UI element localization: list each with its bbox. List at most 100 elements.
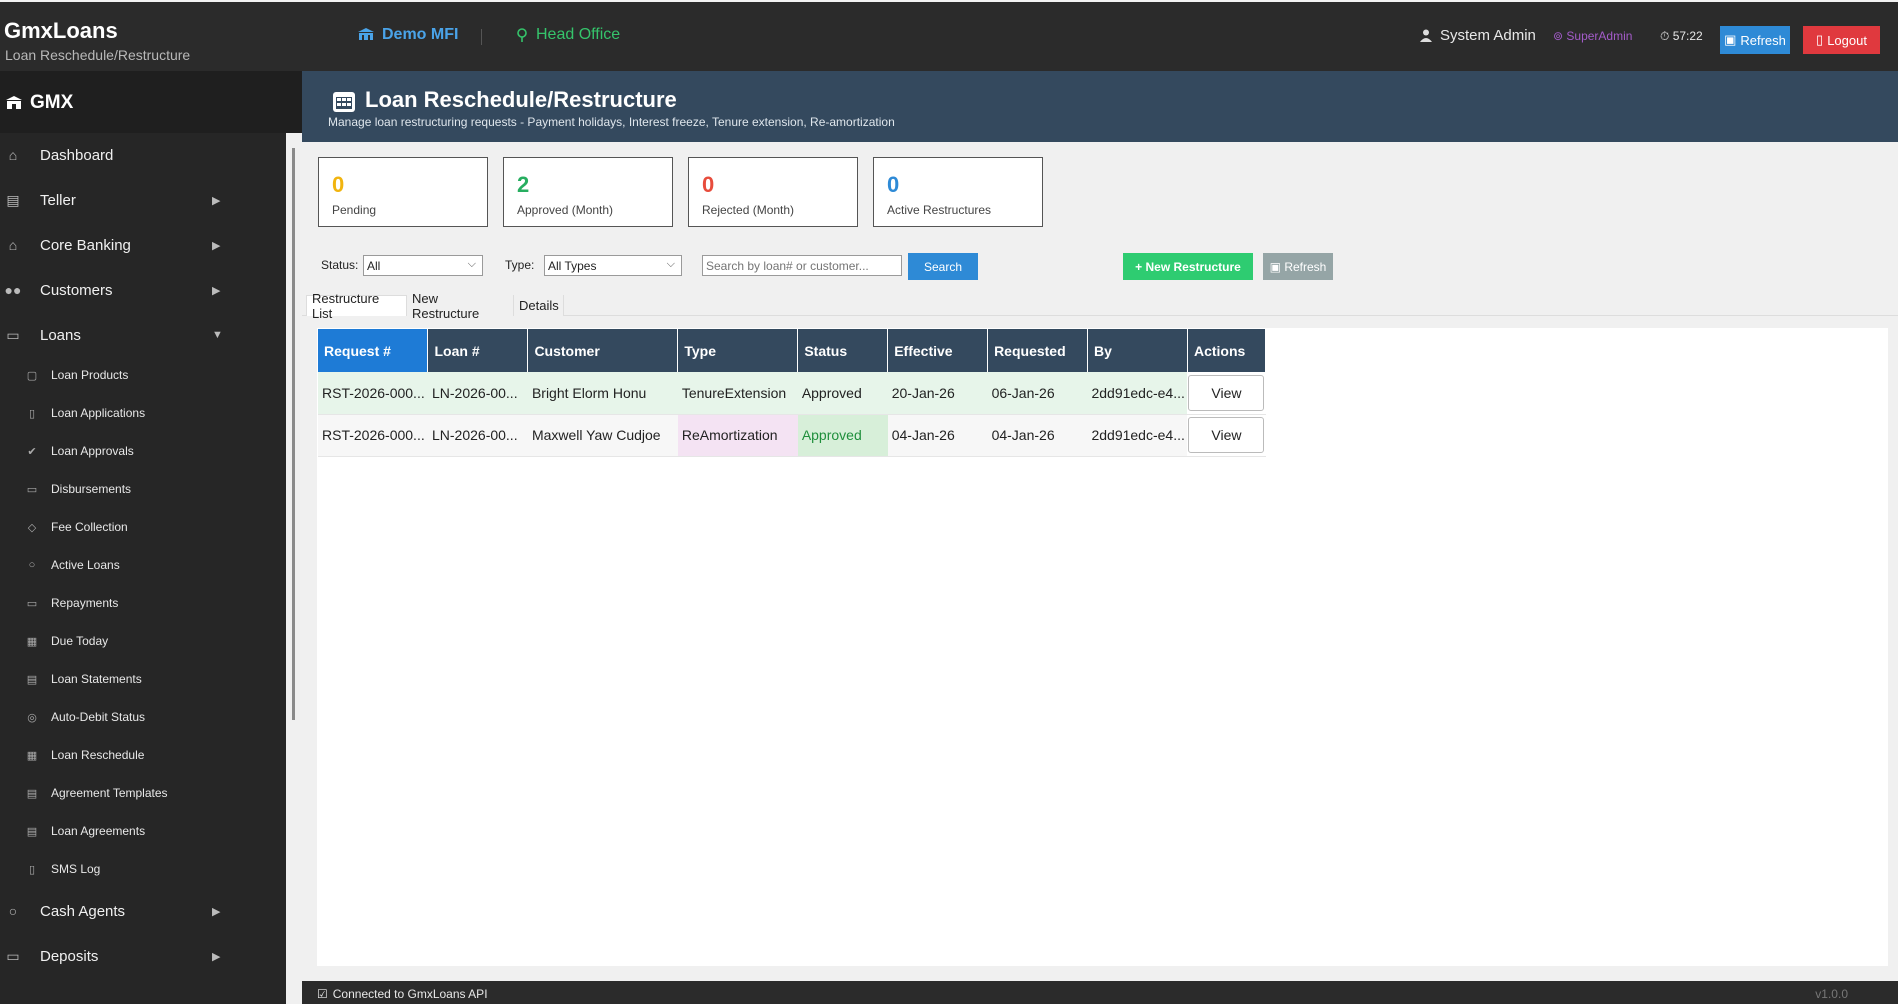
column-header-request[interactable]: Request # [318, 329, 429, 372]
people-icon: ●● [4, 282, 22, 298]
sidebar-subitem-agreement-templates[interactable]: ▤ Agreement Templates [0, 781, 286, 805]
session-timer: ⏱ 57:22 [1660, 29, 1703, 43]
check-icon: ✔ [27, 445, 37, 458]
sidebar-item-label: Customers [40, 281, 113, 299]
sidebar-subitem-label: Active Loans [51, 558, 120, 572]
cell-requested: 04-Jan-26 [987, 414, 1088, 457]
bank-icon [358, 28, 374, 40]
house-icon: ⌂ [8, 147, 18, 163]
refresh-button[interactable]: ▣ Refresh [1263, 253, 1333, 280]
moneybag-icon: ○ [8, 903, 18, 919]
table-row[interactable]: RST-2026-000... LN-2026-00... Bright Elo… [318, 372, 1266, 415]
status-filter-select[interactable]: All ⌵ [363, 255, 483, 276]
sidebar-item-core-banking[interactable]: ⌂ Core Banking ▶ [0, 230, 286, 260]
type-filter-value: All Types [548, 258, 597, 273]
sidebar-subitem-label: Auto-Debit Status [51, 710, 146, 724]
search-input[interactable] [702, 255, 902, 276]
sidebar-item-cash-agents[interactable]: ○ Cash Agents ▶ [0, 896, 286, 926]
stat-value: 2 [517, 172, 530, 197]
column-header-customer[interactable]: Customer [527, 329, 679, 372]
sidebar-item-deposits[interactable]: ▭ Deposits ▶ [0, 941, 286, 971]
sidebar-subitem-auto-debit-status[interactable]: ◎ Auto-Debit Status [0, 705, 286, 729]
column-header-type[interactable]: Type [677, 329, 799, 372]
sidebar-item-customers[interactable]: ●● Customers ▶ [0, 275, 286, 305]
document-icon: ▤ [26, 787, 38, 800]
cell-effective: 04-Jan-26 [887, 414, 988, 457]
sidebar-item-label: Loans [40, 326, 81, 344]
user-icon [1420, 29, 1432, 42]
page-header: Loan Reschedule/Restructure Manage loan … [302, 71, 1898, 142]
column-header-by[interactable]: By [1087, 329, 1188, 372]
refresh-icon: ▣ [1269, 259, 1285, 274]
sidebar-item-label: Cash Agents [40, 902, 126, 920]
tab-restructure-list[interactable]: Restructure List [306, 291, 407, 321]
table-row[interactable]: RST-2026-000... LN-2026-00... Maxwell Ya… [318, 414, 1266, 457]
type-filter-label: Type: [505, 258, 535, 272]
sidebar-subitem-loan-approvals[interactable]: ✔ Loan Approvals [0, 439, 286, 463]
sidebar-subitem-loan-applications[interactable]: ▯ Loan Applications [0, 401, 286, 425]
sidebar-subitem-loan-agreements[interactable]: ▤ Loan Agreements [0, 819, 286, 843]
column-header-actions[interactable]: Actions [1187, 329, 1267, 372]
sidebar-subitem-label: Loan Reschedule [51, 748, 145, 762]
status-filter-value: All [367, 258, 381, 273]
top-refresh-button[interactable]: ▣ Refresh [1720, 26, 1790, 54]
brand-label: GMX [30, 92, 74, 113]
role-label: SuperAdmin [1566, 29, 1633, 43]
sidebar-subitem-loan-statements[interactable]: ▤ Loan Statements [0, 667, 286, 691]
chevron-right-icon: ▶ [212, 905, 221, 918]
cell-status: Approved [797, 414, 888, 457]
column-header-requested[interactable]: Requested [987, 329, 1088, 372]
connection-status: ☑ Connected to GmxLoans API [317, 987, 488, 1001]
sidebar-subitem-label: Agreement Templates [51, 786, 168, 800]
user-name: System Admin [1440, 27, 1536, 44]
restructure-table: Request # Loan # Customer Type Status Ef… [318, 329, 1267, 457]
sidebar-item-dashboard[interactable]: ⌂ Dashboard [0, 140, 286, 170]
box-icon: ▢ [26, 369, 38, 382]
sidebar-subitem-label: SMS Log [51, 862, 101, 876]
view-button[interactable]: View [1188, 417, 1265, 453]
column-header-status[interactable]: Status [797, 329, 889, 372]
new-restructure-button[interactable]: + New Restructure [1123, 253, 1253, 280]
tab-new-restructure[interactable]: New Restructure [407, 291, 514, 321]
sidebar-item-teller[interactable]: ▤ Teller ▶ [0, 185, 286, 215]
location-pin-icon [517, 28, 527, 42]
cell-customer: Maxwell Yaw Cudjoe [527, 414, 678, 457]
sidebar-subitem-due-today[interactable]: ▦ Due Today [0, 629, 286, 653]
sidebar-subitem-sms-log[interactable]: ▯ SMS Log [0, 857, 286, 881]
phone-icon: ▯ [28, 863, 36, 876]
sync-icon: ◎ [27, 711, 37, 724]
sidebar-subitem-label: Loan Approvals [51, 444, 134, 458]
stat-label: Approved (Month) [517, 203, 614, 217]
stat-value: 0 [702, 172, 715, 197]
logout-button[interactable]: ▯ Logout [1803, 26, 1880, 54]
cell-actions: View [1187, 414, 1266, 457]
column-header-effective[interactable]: Effective [887, 329, 989, 372]
app-title: GmxLoans [4, 18, 118, 43]
stat-card-rejected: 0 Rejected (Month) [688, 157, 858, 227]
type-filter-select[interactable]: All Types ⌵ [544, 255, 682, 276]
search-button[interactable]: Search [908, 253, 978, 280]
sidebar-subitem-label: Repayments [51, 596, 119, 610]
view-button[interactable]: View [1188, 374, 1265, 411]
sidebar-subitem-label: Fee Collection [51, 520, 128, 534]
top-refresh-label: Refresh [1740, 32, 1786, 48]
chevron-right-icon: ▶ [212, 284, 221, 297]
sidebar-subitem-loan-products[interactable]: ▢ Loan Products [0, 363, 286, 387]
role-badge: ⊚ SuperAdmin [1553, 29, 1633, 43]
sidebar-subitem-active-loans[interactable]: ○ Active Loans [0, 553, 286, 577]
sidebar-subitem-fee-collection[interactable]: ◇ Fee Collection [0, 515, 286, 539]
chevron-down-icon: ▼ [212, 329, 223, 341]
logout-label: Logout [1827, 32, 1867, 48]
stat-label: Active Restructures [887, 203, 992, 217]
sidebar-subitem-label: Due Today [51, 634, 109, 648]
column-header-loan[interactable]: Loan # [427, 329, 529, 372]
sidebar-subitem-repayments[interactable]: ▭ Repayments [0, 591, 286, 615]
sidebar-subitem-disbursements[interactable]: ▭ Disbursements [0, 477, 286, 501]
sidebar-scrollbar[interactable] [292, 148, 295, 720]
sidebar-item-loans[interactable]: ▭ Loans ▼ [0, 320, 286, 350]
sidebar-subitem-loan-reschedule[interactable]: ▦ Loan Reschedule [0, 743, 286, 767]
stat-card-approved: 2 Approved (Month) [503, 157, 673, 227]
tab-details[interactable]: Details [514, 295, 564, 316]
checkbox-icon: ☑ [317, 987, 328, 1001]
bank-icon [6, 96, 22, 109]
